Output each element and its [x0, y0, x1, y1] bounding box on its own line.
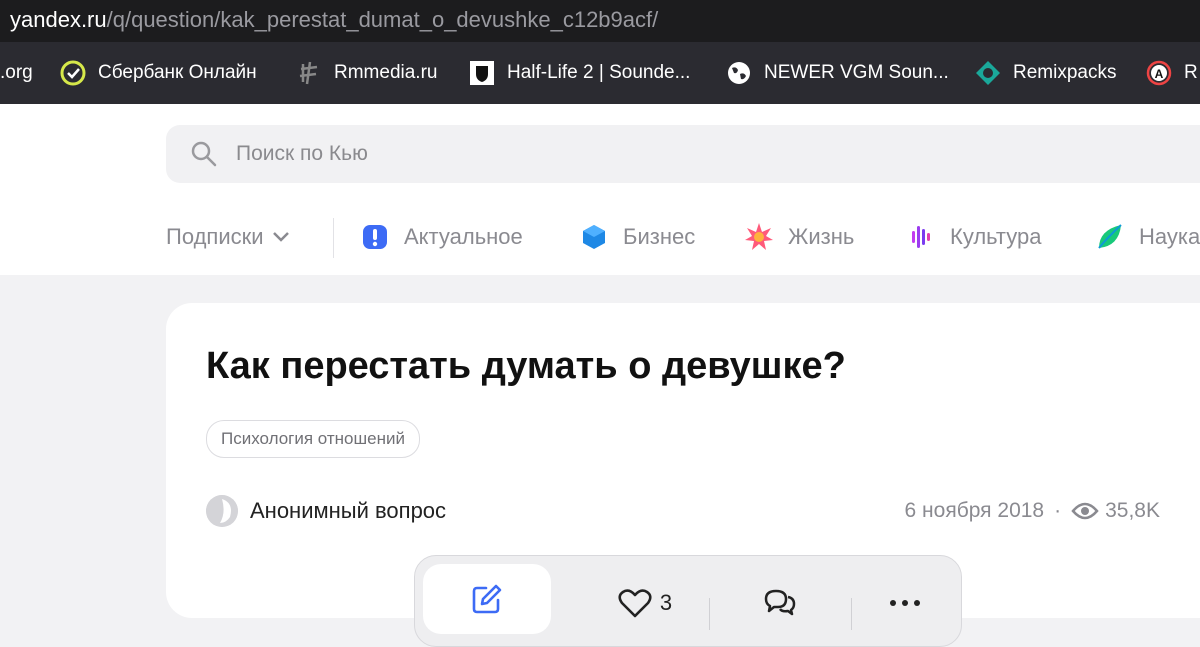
tab-zhizn[interactable]: Жизнь	[744, 212, 854, 262]
tab-label: Культура	[950, 224, 1042, 249]
action-bar: 3	[414, 555, 962, 647]
comments-button[interactable]	[735, 566, 825, 639]
nav-divider	[333, 218, 334, 258]
bookmark-label: Half-Life 2 | Sounde...	[507, 62, 691, 83]
topic-tag[interactable]: Психология отношений	[206, 420, 420, 458]
answer-button[interactable]	[423, 564, 551, 634]
circle-a-icon: A	[1146, 60, 1172, 86]
avatar	[206, 495, 238, 527]
search-input[interactable]	[236, 125, 1136, 183]
search-box[interactable]	[166, 125, 1200, 183]
rmmedia-icon	[296, 60, 322, 86]
more-dots-icon	[889, 599, 921, 607]
globe-icon	[726, 60, 752, 86]
comment-icon	[762, 587, 798, 619]
question-meta: 6 ноября 2018 · 35,8K	[905, 495, 1160, 527]
edit-icon	[470, 582, 504, 616]
tab-label: Бизнес	[623, 224, 696, 249]
cube-icon	[579, 222, 609, 252]
address-bar[interactable]: yandex.ru/q/question/kak_perestat_dumat_…	[0, 0, 1200, 42]
leaf-icon	[1095, 222, 1125, 252]
question-date: 6 ноября 2018	[904, 499, 1045, 522]
bookmarks-bar: .org Сбербанк Онлайн Rmmedia.ru Half-Lif…	[0, 42, 1200, 104]
bookmark-rmmedia[interactable]: Rmmedia.ru	[296, 42, 437, 104]
svg-text:A: A	[1155, 67, 1164, 81]
bookmark-label: NEWER VGM Soun...	[764, 62, 949, 83]
search-icon	[190, 140, 218, 168]
author-name: Анонимный вопрос	[250, 498, 447, 523]
sberbank-icon	[60, 60, 86, 86]
exclamation-icon	[360, 222, 390, 252]
question-title: Как перестать думать о девушке?	[206, 345, 846, 387]
tab-label: Наука	[1139, 224, 1200, 249]
question-author: Анонимный вопрос	[206, 495, 446, 527]
tab-biznes[interactable]: Бизнес	[579, 212, 695, 262]
bookmark-halflife[interactable]: Half-Life 2 | Sounde...	[469, 42, 690, 104]
chevron-down-icon	[272, 231, 290, 243]
bookmark-org[interactable]: .org	[0, 42, 33, 104]
wave-icon	[906, 222, 936, 252]
tab-label: Актуальное	[404, 224, 523, 249]
view-count: 35,8K	[1105, 499, 1160, 522]
tab-aktualnoe[interactable]: Актуальное	[360, 212, 523, 262]
bookmark-remixpacks[interactable]: Remixpacks	[975, 42, 1116, 104]
star-burst-icon	[744, 222, 774, 252]
bookmark-r[interactable]: A R	[1146, 42, 1198, 104]
eye-icon	[1071, 501, 1099, 521]
remixpacks-icon	[975, 60, 1001, 86]
shield-icon	[469, 60, 495, 86]
meta-separator: ·	[1054, 499, 1062, 522]
bookmark-label: Remixpacks	[1013, 62, 1117, 83]
heart-icon	[618, 588, 652, 618]
action-divider	[851, 598, 852, 630]
site-header: Подписки Актуальное Бизнес Жизнь	[0, 104, 1200, 275]
category-nav: Подписки Актуальное Бизнес Жизнь Культур…	[0, 212, 1200, 262]
tab-nauka[interactable]: Наука	[1095, 212, 1200, 262]
bookmark-label: .org	[0, 62, 33, 83]
bookmark-sberbank[interactable]: Сбербанк Онлайн	[60, 42, 257, 104]
url-path: /q/question/kak_perestat_dumat_o_devushk…	[106, 7, 659, 32]
bookmark-label: Сбербанк Онлайн	[98, 62, 257, 83]
tab-label: Жизнь	[788, 224, 855, 249]
bookmark-vgm[interactable]: NEWER VGM Soun...	[726, 42, 949, 104]
bookmark-label: Rmmedia.ru	[334, 62, 438, 83]
url-domain: yandex.ru	[10, 7, 107, 32]
tab-kultura[interactable]: Культура	[906, 212, 1041, 262]
url-text[interactable]: yandex.ru/q/question/kak_perestat_dumat_…	[10, 7, 658, 33]
subscriptions-label: Подписки	[166, 224, 264, 249]
bookmark-label: R	[1184, 62, 1198, 83]
like-button[interactable]: 3	[585, 566, 705, 639]
action-divider	[709, 598, 710, 630]
subscriptions-dropdown[interactable]: Подписки	[166, 212, 290, 262]
like-count: 3	[659, 589, 673, 615]
more-button[interactable]	[865, 566, 945, 639]
